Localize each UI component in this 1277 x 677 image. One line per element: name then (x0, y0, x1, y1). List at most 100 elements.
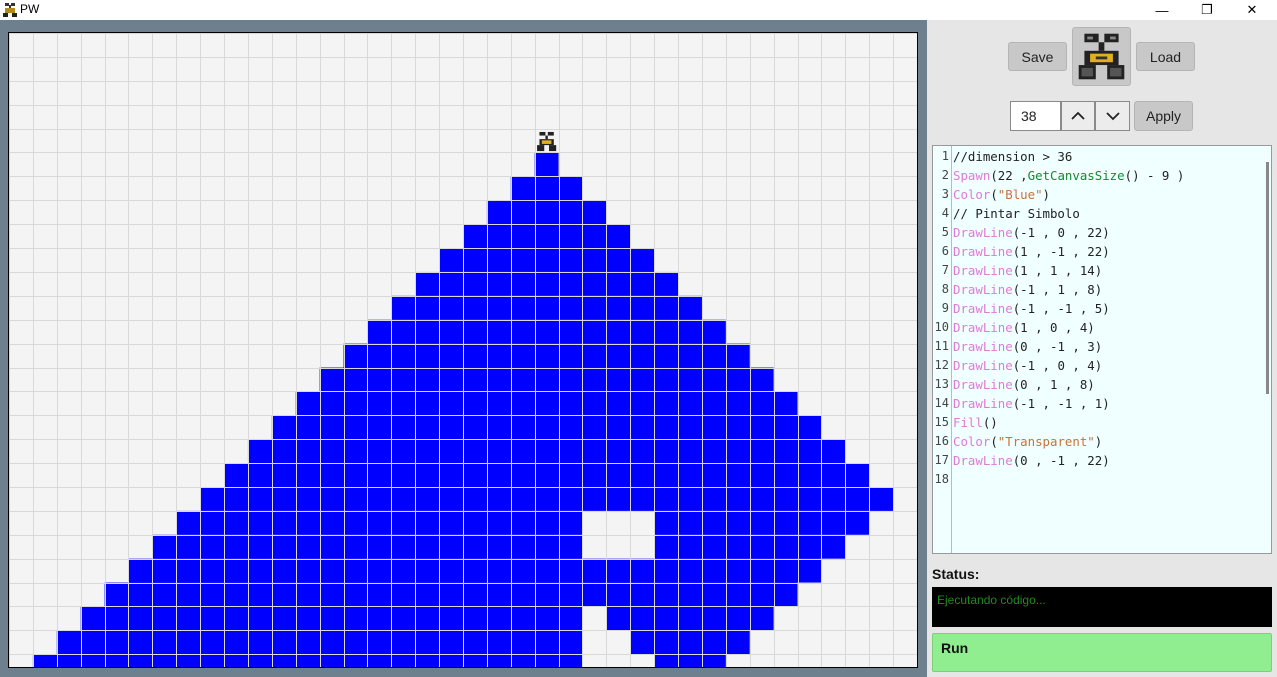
code-text: () (982, 415, 998, 430)
code-line: Fill() (953, 413, 998, 432)
app-icon (3, 3, 17, 17)
minimize-button[interactable]: — (1139, 0, 1185, 20)
maximize-button[interactable]: ❐ (1184, 0, 1230, 20)
code-keyword: Color (953, 187, 991, 202)
canvas-svg (9, 33, 917, 667)
code-line: Color("Transparent") (953, 432, 1102, 451)
code-text: (1 , -1 , 22) (1012, 244, 1110, 259)
painted-cell-run (439, 248, 655, 272)
code-text: (-1 , 0 , 4) (1012, 358, 1103, 373)
line-number: 8 (941, 282, 949, 296)
code-text: (1 , 0 , 4) (1012, 320, 1095, 335)
code-editor[interactable]: 1 2 3 4 5 6 7 8 9 10 11 12 13 14 15 16 17 18 //dimension … (932, 145, 1272, 554)
code-keyword: Spawn (953, 168, 991, 183)
line-number: 17 (934, 453, 949, 467)
chevron-down-icon (1105, 112, 1120, 121)
code-text: (22 , (990, 168, 1028, 183)
status-output: Ejecutando código... (932, 587, 1272, 627)
code-text: (-1 , -1 , 1) (1012, 396, 1110, 411)
decrement-button[interactable] (1095, 101, 1130, 131)
canvas-size-input[interactable]: 38 (1010, 101, 1061, 131)
painted-cell-run (654, 534, 846, 559)
code-text: (-1 , 1 , 8) (1012, 282, 1103, 297)
code-keyword: DrawLine (953, 282, 1013, 297)
line-number: 7 (941, 263, 949, 277)
code-keyword: DrawLine (953, 339, 1013, 354)
pixel-canvas[interactable] (8, 32, 918, 668)
code-text: (-1 , 0 , 22) (1012, 225, 1110, 240)
code-keyword: DrawLine (953, 358, 1013, 373)
line-number: 15 (934, 415, 949, 429)
painted-cell-run (56, 630, 583, 655)
control-panel: Save Load 38 Apply 1 2 3 4 5 6 7 8 9 10 11 12 13 14 15… (927, 20, 1277, 677)
line-number: 3 (941, 187, 949, 201)
line-number: 9 (941, 301, 949, 315)
load-button[interactable]: Load (1136, 42, 1195, 71)
line-number: 12 (934, 358, 949, 372)
code-text: ) (1094, 434, 1103, 449)
save-button[interactable]: Save (1008, 42, 1067, 71)
status-label: Status: (932, 566, 980, 582)
code-line: DrawLine(-1 , 1 , 8) (953, 280, 1102, 299)
code-line: DrawLine(-1 , -1 , 1) (953, 394, 1110, 413)
code-line: Spawn(22 ,GetCanvasSize() - 9 ) (953, 166, 1184, 185)
code-keyword: DrawLine (953, 263, 1013, 278)
painted-cell-run (80, 606, 583, 631)
line-number: 10 (934, 320, 949, 334)
painted-cell-run (247, 439, 846, 464)
code-line: DrawLine(1 , 0 , 4) (953, 318, 1095, 337)
painted-cell-run (176, 510, 583, 535)
code-line: DrawLine(-1 , 0 , 4) (953, 356, 1102, 375)
wall-e-icon (1078, 33, 1125, 80)
status-message: Ejecutando código... (937, 593, 1046, 607)
close-button[interactable]: ✕ (1229, 0, 1275, 20)
chevron-up-icon (1071, 111, 1085, 120)
code-line: DrawLine(1 , 1 , 14) (953, 261, 1102, 280)
code-text: (0 , 1 , 8) (1012, 377, 1095, 392)
code-keyword: Color (953, 434, 991, 449)
painted-cell-run (271, 415, 822, 440)
code-text: (0 , -1 , 22) (1012, 453, 1110, 468)
line-number: 2 (941, 168, 949, 182)
code-string: "Blue" (997, 187, 1043, 202)
increment-button[interactable] (1061, 101, 1095, 131)
painted-cell-run (295, 391, 798, 416)
painted-cell-run (32, 654, 583, 667)
wall-e-preview[interactable] (1072, 27, 1131, 86)
line-number: 11 (934, 339, 949, 353)
code-line: DrawLine(0 , 1 , 8) (953, 375, 1095, 394)
line-number: 4 (941, 206, 949, 220)
app-title: PW (20, 2, 40, 16)
line-number: 6 (941, 244, 949, 258)
painted-cell-run (128, 558, 822, 583)
painted-cell-run (510, 176, 583, 201)
code-text: ) (1042, 187, 1051, 202)
code-text: () - 9 ) (1124, 168, 1185, 183)
code-text: (0 , -1 , 3) (1012, 339, 1103, 354)
line-number: 14 (934, 396, 949, 410)
apply-button[interactable]: Apply (1134, 101, 1193, 131)
painted-cell-run (534, 152, 559, 177)
painted-cell-run (463, 224, 631, 249)
code-keyword: DrawLine (953, 453, 1013, 468)
editor-scrollbar[interactable] (1266, 162, 1269, 394)
code-keyword: Fill (953, 415, 983, 430)
canvas-area (0, 20, 927, 677)
painted-cell-run (486, 200, 607, 225)
code-keyword: DrawLine (953, 225, 1013, 240)
line-number: 18 (934, 472, 949, 486)
run-button[interactable]: Run (932, 633, 1272, 672)
code-line: DrawLine(0 , -1 , 22) (953, 451, 1110, 470)
code-line: DrawLine(1 , -1 , 22) (953, 242, 1110, 261)
painted-cell-run (391, 295, 702, 320)
painted-cell-run (367, 319, 726, 344)
code-line: DrawLine(0 , -1 , 3) (953, 337, 1102, 356)
painted-cell-run (630, 630, 750, 655)
painted-cell-run (104, 582, 798, 607)
title-bar: PW — ❐ ✕ (0, 0, 1277, 20)
code-text: (-1 , -1 , 5) (1012, 301, 1110, 316)
line-number: 5 (941, 225, 949, 239)
code-text: ( (990, 434, 998, 449)
code-line: //dimension > 36 (953, 147, 1072, 166)
code-line: Color("Blue") (953, 185, 1050, 204)
